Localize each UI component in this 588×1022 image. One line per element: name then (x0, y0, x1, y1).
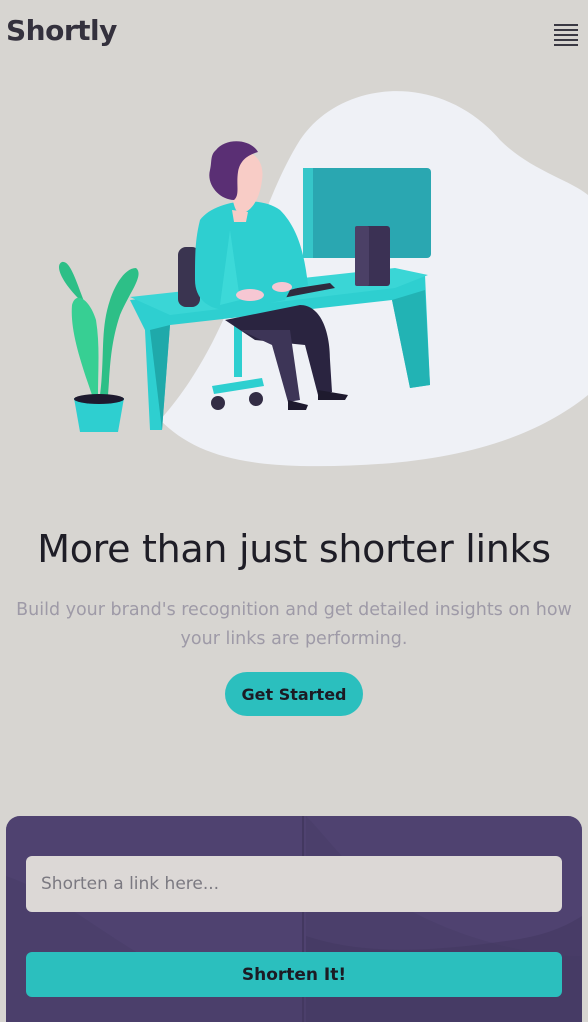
shorten-link-input[interactable] (26, 856, 562, 912)
person-working-at-desk-illustration (59, 91, 588, 467)
hero-description: Build your brand's recognition and get d… (16, 600, 572, 649)
shorten-it-button[interactable]: Shorten It! (26, 952, 562, 997)
shorten-link-panel: Shorten It! (6, 816, 582, 1022)
hero-title: More than just shorter links (37, 527, 551, 571)
get-started-button[interactable]: Get Started (225, 672, 363, 716)
page: Shortly More than just shorter links Bui… (0, 0, 588, 1022)
logo[interactable]: Shortly (6, 14, 117, 47)
top-bar: Shortly (0, 0, 588, 64)
hamburger-menu-icon[interactable] (554, 24, 579, 46)
